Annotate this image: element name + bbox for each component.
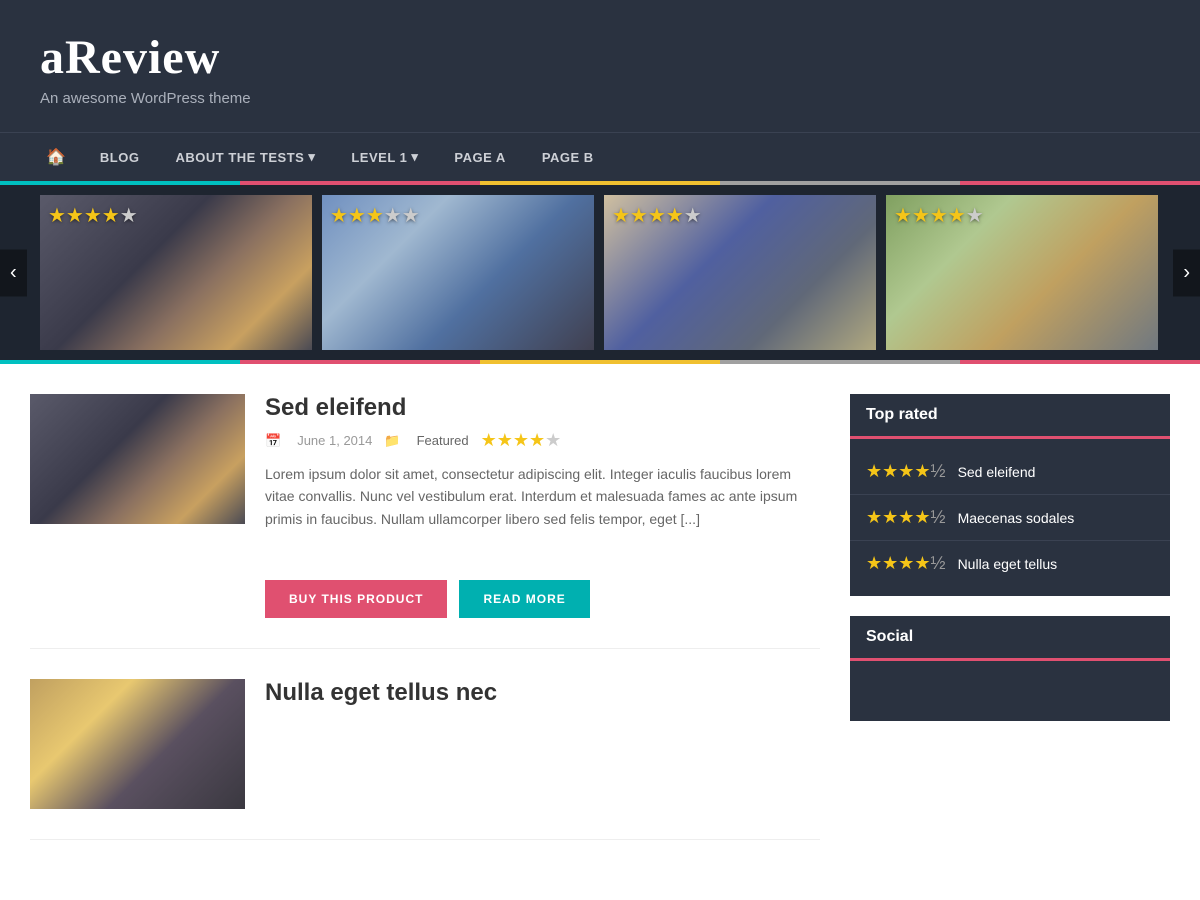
- carousel-stars-3: ★★★★★: [612, 203, 702, 228]
- nav-item-pagea[interactable]: PAGE A: [436, 136, 523, 179]
- top-rated-stars-1: ★★★★½: [866, 461, 946, 482]
- site-tagline: An awesome WordPress theme: [40, 90, 1160, 107]
- nav-item-blog[interactable]: BLOG: [82, 136, 158, 179]
- post-stars: ★★★★★: [481, 430, 562, 451]
- social-widget: Social: [850, 616, 1170, 721]
- nav-item-pageb[interactable]: PAGE B: [524, 136, 612, 179]
- site-header: aReview An awesome WordPress theme 🏠 BLO…: [0, 0, 1200, 185]
- carousel-stars-4: ★★★★★: [894, 203, 984, 228]
- top-rated-name-2: Maecenas sodales: [958, 510, 1075, 526]
- post-content-2: Nulla eget tellus nec: [265, 679, 820, 809]
- nav-item-level1[interactable]: LEVEL 1 ▾: [333, 135, 436, 179]
- post-category: Featured: [417, 433, 469, 448]
- post-title[interactable]: Sed eleifend: [265, 394, 820, 422]
- carousel-stars-2: ★★★★★: [330, 203, 420, 228]
- top-rated-list: ★★★★½ Sed eleifend ★★★★½ Maecenas sodale…: [850, 439, 1170, 596]
- post-item-2: Nulla eget tellus nec: [30, 679, 820, 840]
- post-actions: BUY THIS PRODUCT READ MORE: [30, 580, 820, 618]
- post-excerpt: Lorem ipsum dolor sit amet, consectetur …: [265, 463, 820, 530]
- carousel-item[interactable]: ★★★★★: [322, 195, 594, 350]
- carousel-item[interactable]: ★★★★★: [604, 195, 876, 350]
- carousel-prev-button[interactable]: ‹: [0, 249, 27, 296]
- post-thumbnail[interactable]: [30, 394, 245, 524]
- carousel-section: ‹ ★★★★★ ★★★★★ ★★★★★ ★★★★★ ›: [0, 185, 1200, 360]
- post-date: June 1, 2014: [297, 433, 372, 448]
- navigation: 🏠 BLOG ABOUT THE TESTS ▾ LEVEL 1 ▾ PAGE …: [0, 132, 1200, 185]
- home-icon: 🏠: [46, 147, 66, 167]
- carousel-item[interactable]: ★★★★★: [886, 195, 1158, 350]
- main-content: Sed eleifend 📅 June 1, 2014 📁 Featured ★…: [0, 364, 1200, 900]
- nav-item-about[interactable]: ABOUT THE TESTS ▾: [157, 135, 333, 179]
- top-rated-stars-2: ★★★★½: [866, 507, 946, 528]
- chevron-down-icon: ▾: [308, 149, 315, 165]
- carousel-item[interactable]: ★★★★★: [40, 195, 312, 350]
- carousel-inner: ★★★★★ ★★★★★ ★★★★★ ★★★★★: [0, 195, 1200, 350]
- carousel-next-button[interactable]: ›: [1173, 249, 1200, 296]
- calendar-icon: 📅: [265, 433, 281, 449]
- widget-title-top-rated: Top rated: [850, 394, 1170, 439]
- buy-product-button[interactable]: BUY THIS PRODUCT: [265, 580, 447, 618]
- folder-icon: 📁: [384, 433, 400, 449]
- post-item: Sed eleifend 📅 June 1, 2014 📁 Featured ★…: [30, 394, 820, 649]
- top-rated-name-1: Sed eleifend: [958, 464, 1036, 480]
- top-rated-name-3: Nulla eget tellus: [958, 556, 1058, 572]
- carousel-stars-1: ★★★★★: [48, 203, 138, 228]
- post-meta: 📅 June 1, 2014 📁 Featured ★★★★★: [265, 430, 820, 451]
- social-body: [850, 661, 1170, 721]
- top-rated-item-3[interactable]: ★★★★½ Nulla eget tellus: [850, 541, 1170, 586]
- top-rated-item-1[interactable]: ★★★★½ Sed eleifend: [850, 449, 1170, 495]
- site-title: aReview: [40, 30, 1160, 85]
- post-content: Sed eleifend 📅 June 1, 2014 📁 Featured ★…: [265, 394, 820, 545]
- top-rated-item-2[interactable]: ★★★★½ Maecenas sodales: [850, 495, 1170, 541]
- posts-column: Sed eleifend 📅 June 1, 2014 📁 Featured ★…: [30, 394, 820, 870]
- top-rated-stars-3: ★★★★½: [866, 553, 946, 574]
- chevron-down-icon: ▾: [411, 149, 418, 165]
- sidebar: Top rated ★★★★½ Sed eleifend ★★★★½ Maece…: [850, 394, 1170, 870]
- read-more-button[interactable]: READ MORE: [459, 580, 589, 618]
- nav-home[interactable]: 🏠: [30, 133, 82, 181]
- post-thumbnail-2[interactable]: [30, 679, 245, 809]
- top-rated-widget: Top rated ★★★★½ Sed eleifend ★★★★½ Maece…: [850, 394, 1170, 596]
- widget-title-social: Social: [850, 616, 1170, 661]
- post-title-2[interactable]: Nulla eget tellus nec: [265, 679, 820, 707]
